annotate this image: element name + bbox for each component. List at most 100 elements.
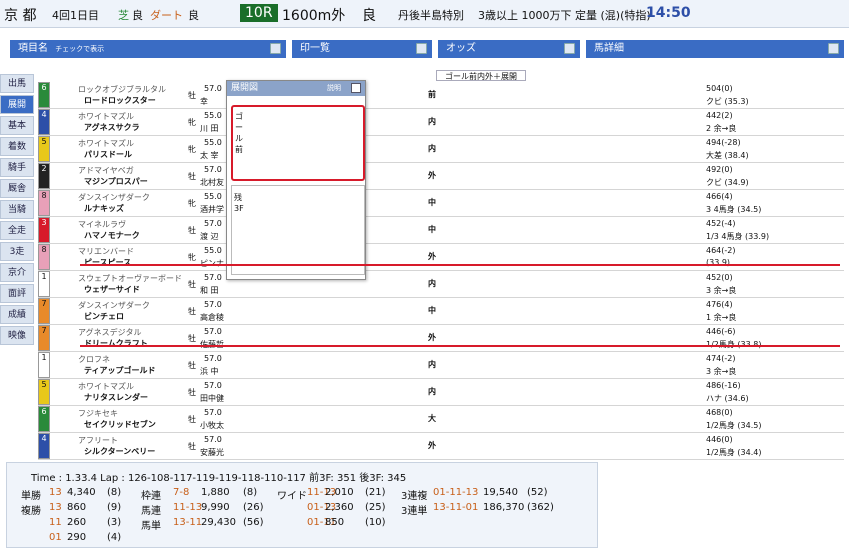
sire: ダンスインザダーク: [78, 193, 150, 202]
sidebar-item-10[interactable]: 面評: [0, 284, 34, 303]
table-row[interactable]: 6 ロックオブジブラルタル ロードロックスター 牡 57.0 幸 前 504(0…: [38, 82, 844, 109]
item-label: 項目名: [18, 43, 48, 54]
payout-cell: 3連単: [401, 506, 428, 517]
table-row[interactable]: 5 ホワイトマズル ナリタスレンダー 牡 57.0 田中健 内 486(-16)…: [38, 379, 844, 406]
payout-cell: 13: [49, 487, 62, 498]
odds-header[interactable]: オッズ: [438, 40, 580, 58]
horse-name[interactable]: パリスドール: [84, 149, 132, 160]
time-lap: Time : 1.33.4 Lap : 126-108-117-119-119-…: [31, 473, 407, 484]
table-row[interactable]: 4 ホワイトマズル アグネスサクラ 牝 55.0 川 田 内 442(2) 2 …: [38, 109, 844, 136]
sidebar-item-9[interactable]: 京介: [0, 263, 34, 282]
horse-name[interactable]: マジンプロスパー: [84, 176, 148, 187]
horse-name[interactable]: ティアップゴールド: [84, 365, 156, 376]
weight: 57.0: [204, 84, 222, 93]
sire: スウェプトオーヴァーボード: [78, 274, 182, 283]
horse-name[interactable]: ハマノモナーク: [84, 230, 140, 241]
horse-name[interactable]: ピースピース: [84, 257, 131, 268]
table-row[interactable]: 2 アドマイヤベガ マジンプロスパー 牡 57.0 北村友 外 492(0) ク…: [38, 163, 844, 190]
close-icon[interactable]: [828, 43, 839, 54]
sidebar-item-8[interactable]: 3走: [0, 242, 34, 261]
help-button[interactable]: 説明: [327, 81, 341, 96]
table-row[interactable]: 6 フジキセキ セイクリッドセブン 牡 57.0 小牧太 大 468(0) 1/…: [38, 406, 844, 433]
payout-cell: 13-11: [173, 517, 203, 528]
result-margin: 1/3 4馬身 (33.9): [706, 232, 770, 241]
frame-badge: 6: [38, 82, 50, 108]
table-row[interactable]: 1 クロフネ ティアップゴールド 牡 57.0 浜 中 内 474(-2) 3 …: [38, 352, 844, 379]
horse-name[interactable]: ナリタスレンダー: [84, 392, 148, 403]
weight: 57.0: [204, 273, 222, 282]
print-header[interactable]: 印一覧: [292, 40, 432, 58]
table-row[interactable]: 8 ダンスインザダーク ルナキッズ 牝 55.0 酒井学 中 466(4) 3 …: [38, 190, 844, 217]
result-weight: 466(4): [706, 192, 733, 201]
popup-title[interactable]: 展開図 説明: [227, 81, 365, 96]
pace-popup[interactable]: 展開図 説明 ゴール前 残3F: [226, 80, 366, 280]
payout-cell: 2,360: [325, 502, 354, 513]
table-row[interactable]: 3 マイネルラヴ ハマノモナーク 牡 57.0 渡 辺 中 452(-4) 1/…: [38, 217, 844, 244]
payout-cell: 260: [67, 517, 87, 528]
sidebar-item-3[interactable]: 着数: [0, 137, 34, 156]
sire: アグネスデジタル: [78, 328, 142, 337]
result-weight: 446(-6): [706, 327, 736, 336]
horse-name[interactable]: ロードロックスター: [84, 95, 156, 106]
pace-label: 残3F: [234, 193, 244, 213]
close-icon[interactable]: [416, 43, 427, 54]
weight: 57.0: [204, 381, 222, 390]
close-icon[interactable]: [270, 43, 281, 54]
pace-chart: 残3F: [231, 185, 365, 275]
table-row[interactable]: 8 マリエンバード ピースピース 牝 55.0 ピンナ 外 464(-2) (3…: [38, 244, 844, 271]
distance: 1600m外: [282, 8, 346, 24]
subhead: ゴール前内外＋展開: [436, 70, 526, 81]
sidebar-item-6[interactable]: 当騎: [0, 200, 34, 219]
jockey: 高倉稜: [200, 313, 224, 322]
race-number: 10R: [240, 4, 278, 22]
jockey: 和 田: [200, 286, 219, 295]
sidebar-item-2[interactable]: 基本: [0, 116, 34, 135]
result-margin: 2 余→良: [706, 124, 737, 133]
result-weight: 464(-2): [706, 246, 736, 255]
close-icon[interactable]: [351, 83, 361, 93]
payout-cell: 単勝: [21, 491, 41, 502]
result-weight: 446(0): [706, 435, 733, 444]
result-weight: 476(4): [706, 300, 733, 309]
payout-cell: 11-13: [173, 502, 203, 513]
payout-cell: 馬単: [141, 521, 161, 532]
table-row[interactable]: 7 ダンスインザダーク ビンチェロ 牡 57.0 高倉稜 中 476(4) 1 …: [38, 298, 844, 325]
position: 内: [428, 144, 436, 153]
close-icon[interactable]: [564, 43, 575, 54]
frame-badge: 8: [38, 244, 50, 270]
table-row[interactable]: 4 アフリート シルクターンベリー 牡 57.0 安藤光 外 446(0) 1/…: [38, 433, 844, 460]
table-row[interactable]: 5 ホワイトマズル パリスドール 牝 55.0 太 宰 内 494(-28) 大…: [38, 136, 844, 163]
goal-chart: ゴール前: [231, 105, 365, 181]
sidebar-item-11[interactable]: 成績: [0, 305, 34, 324]
sidebar-item-1[interactable]: 展開: [0, 95, 34, 114]
weight: 55.0: [204, 111, 222, 120]
frame-badge: 4: [38, 433, 50, 459]
horse-name[interactable]: アグネスサクラ: [84, 122, 140, 133]
horse-name[interactable]: ドリームクラフト: [84, 338, 148, 349]
detail-header[interactable]: 馬詳細: [586, 40, 844, 58]
horse-name[interactable]: ウェザーサイド: [84, 284, 140, 295]
payout-cell: (3): [107, 517, 122, 528]
track-cond: 良: [362, 8, 376, 24]
sidebar-item-5[interactable]: 厩舎: [0, 179, 34, 198]
race-class: 3歳以上 1000万下 定量 (混)(特指): [478, 9, 651, 22]
sidebar-item-12[interactable]: 映像: [0, 326, 34, 345]
horse-name[interactable]: シルクターンベリー: [84, 446, 155, 457]
sidebar-item-7[interactable]: 全走: [0, 221, 34, 240]
venue: 京 都: [4, 8, 37, 24]
horse-name[interactable]: ビンチェロ: [84, 311, 124, 322]
payout-cell: 290: [67, 532, 87, 543]
horse-name[interactable]: セイクリッドセブン: [84, 419, 156, 430]
frame-badge: 1: [38, 271, 50, 297]
sidebar-item-0[interactable]: 出馬: [0, 74, 34, 93]
sire: アドマイヤベガ: [78, 166, 134, 175]
sidebar-item-4[interactable]: 騎手: [0, 158, 34, 177]
item-header[interactable]: 項目名 チェックで表示: [10, 40, 286, 58]
sex: 牡: [188, 172, 196, 181]
print-label: 印一覧: [300, 43, 330, 54]
jockey: 安藤光: [200, 448, 224, 457]
weight: 57.0: [204, 219, 222, 228]
table-row[interactable]: 7 アグネスデジタル ドリームクラフト 牡 57.0 佐藤哲 外 446(-6)…: [38, 325, 844, 352]
table-row[interactable]: 1 スウェプトオーヴァーボード ウェザーサイド 牡 57.0 和 田 内 452…: [38, 271, 844, 298]
horse-name[interactable]: ルナキッズ: [84, 203, 124, 214]
